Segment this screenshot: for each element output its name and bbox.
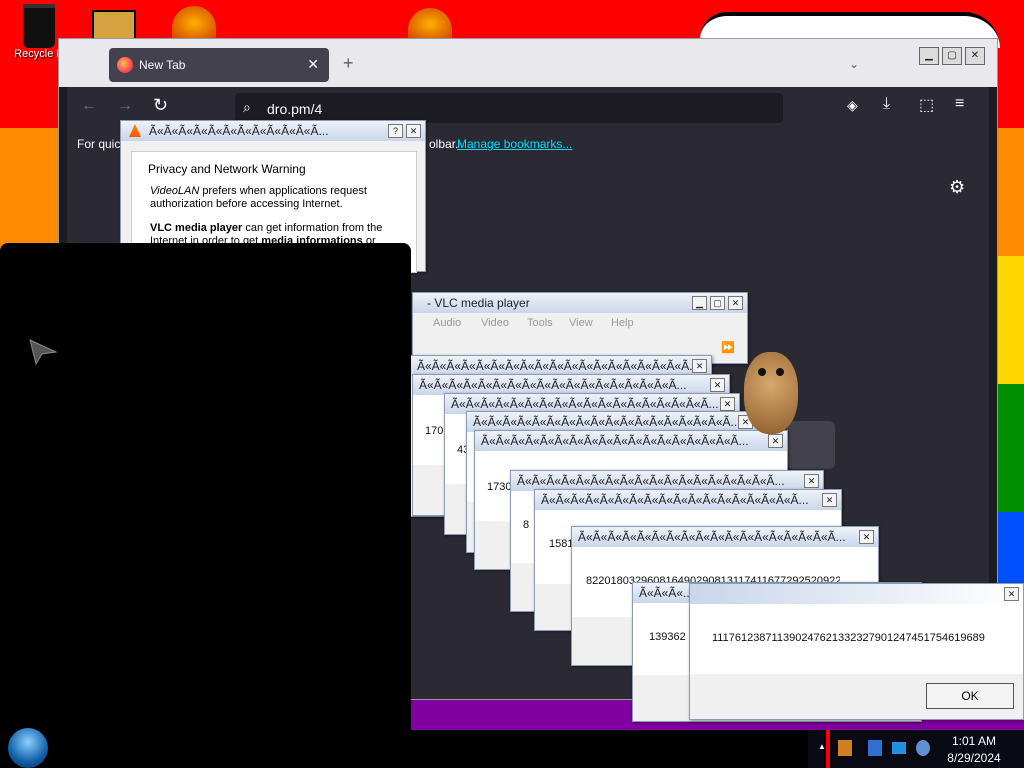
- download-icon[interactable]: ⤓: [883, 95, 890, 113]
- menu-tools[interactable]: Tools: [527, 317, 553, 329]
- cursor-icon: [29, 339, 58, 366]
- vlc-privacy-titlebar: Ã«Ã«Ã«Ã«Ã«Ã«Ã«Ã«Ã«Ã«Ã«Ã...: [121, 121, 425, 141]
- dialog-number: 139362: [649, 631, 686, 643]
- dialog-title: Ã«Ã«Ã«Ã«Ã«Ã«Ã«Ã«Ã«Ã«Ã«Ã«Ã«Ã«Ã«Ã«Ã«Ã...: [467, 412, 757, 432]
- system-tray: ▲ 1:01 AM 8/29/2024: [808, 730, 1024, 768]
- close-button[interactable]: ✕: [710, 378, 725, 392]
- forward-icon[interactable]: →: [117, 97, 133, 115]
- dialog-title: Ã«Ã«Ã«Ã«Ã«Ã«Ã«Ã«Ã«Ã«Ã«Ã«Ã«Ã«Ã«Ã«Ã«Ã«Ã...: [411, 356, 711, 376]
- minimize-button[interactable]: ▁: [692, 296, 707, 310]
- url-bar[interactable]: ⌕ dro.pm/4: [235, 93, 783, 123]
- taskbar: ▲ 1:01 AM 8/29/2024: [0, 728, 1024, 768]
- close-button[interactable]: ✕: [1004, 587, 1019, 601]
- close-button[interactable]: ✕: [728, 296, 743, 310]
- pocket-icon[interactable]: ◈: [847, 97, 858, 114]
- url-text: dro.pm/4: [267, 101, 323, 117]
- volume-icon[interactable]: [916, 740, 930, 756]
- black-overlay-window: [0, 243, 411, 735]
- fast-forward-icon[interactable]: ⏩: [721, 341, 735, 354]
- hamster-image: [736, 342, 800, 438]
- menu-help[interactable]: Help: [611, 317, 634, 329]
- recycle-bin-icon: [23, 4, 55, 48]
- privacy-paragraph-1: VideoLAN prefers when applications reque…: [150, 185, 400, 211]
- help-button[interactable]: ?: [388, 124, 403, 138]
- dialog-number: 1117612387113902476213323279012474517546…: [712, 632, 985, 644]
- close-window-button[interactable]: ✕: [965, 47, 985, 65]
- vlc-bold: VLC media player: [150, 222, 243, 234]
- dialog-title: Ã«Ã«Ã«Ã«Ã«Ã«Ã«Ã«Ã«Ã«Ã«Ã«Ã«Ã«Ã«Ã«Ã«Ã...: [413, 375, 729, 395]
- new-tab-icon[interactable]: +: [343, 53, 354, 74]
- dialog-title: Ã«Ã«Ã«Ã«Ã«Ã«Ã«Ã«Ã«Ã«Ã«Ã«Ã«Ã«Ã«Ã«Ã«Ã...: [572, 527, 878, 547]
- maximize-button[interactable]: ▢: [942, 47, 962, 65]
- dialog-button-area: OK: [690, 674, 1023, 719]
- chevron-down-icon[interactable]: ⌄: [849, 57, 859, 71]
- front-message-dialog: ✕ 11176123871139024762133232790124745175…: [689, 583, 1024, 720]
- bookmarks-hint: For quic: [77, 137, 121, 151]
- search-icon: ⌕: [243, 99, 251, 115]
- menu-audio[interactable]: Audio: [433, 317, 461, 329]
- dialog-number: 1730: [487, 481, 512, 493]
- close-button[interactable]: ✕: [692, 359, 707, 373]
- maximize-button[interactable]: ▢: [710, 296, 725, 310]
- vlc-icon: [129, 124, 141, 137]
- clock-date[interactable]: 8/29/2024: [942, 751, 1006, 765]
- bookmarks-hint-tail: olbar.: [429, 137, 459, 151]
- dialog-number: 8: [523, 519, 530, 531]
- reload-icon[interactable]: ↻: [153, 95, 168, 116]
- close-button[interactable]: ✕: [406, 124, 421, 138]
- tray-app-icon[interactable]: [868, 740, 882, 756]
- vlc-menubar: Audio Video Tools View Help: [413, 317, 747, 333]
- start-button[interactable]: [8, 728, 48, 768]
- tray-app-icon[interactable]: [838, 740, 852, 756]
- manage-bookmarks-link[interactable]: Manage bookmarks...: [457, 137, 572, 151]
- firefox-icon: [117, 57, 133, 73]
- close-button[interactable]: ✕: [804, 474, 819, 488]
- ok-button[interactable]: OK: [926, 683, 1014, 709]
- gear-icon[interactable]: ⚙: [949, 177, 965, 198]
- tab-new-tab[interactable]: New Tab ✕: [109, 48, 329, 82]
- browser-titlebar: New Tab ✕ + ⌄ ▁ ▢ ✕: [59, 39, 997, 87]
- dialog-title: Ã«Ã«Ã«Ã«Ã«Ã«Ã«Ã«Ã«Ã«Ã«Ã«Ã«Ã«Ã«Ã«Ã«Ã...: [511, 471, 823, 491]
- privacy-section-title: Privacy and Network Warning: [148, 162, 306, 176]
- front-dialog-titlebar: [690, 584, 1023, 604]
- dialog-title: Ã«Ã«Ã«Ã«Ã«Ã«Ã«Ã«Ã«Ã«Ã«Ã«Ã«Ã«Ã«Ã«Ã«Ã...: [535, 490, 841, 510]
- close-tab-icon[interactable]: ✕: [307, 56, 319, 73]
- clock-time[interactable]: 1:01 AM: [942, 734, 1006, 748]
- dialog-number: 170: [425, 425, 444, 437]
- close-button[interactable]: ✕: [859, 530, 874, 544]
- vlc-player-window: - VLC media player ▁ ▢ ✕ Audio Video Too…: [412, 292, 748, 364]
- dialog-number: 1581: [549, 538, 574, 550]
- minimize-button[interactable]: ▁: [919, 47, 939, 65]
- menu-video[interactable]: Video: [481, 317, 509, 329]
- close-button[interactable]: ✕: [822, 493, 837, 507]
- vlc-privacy-title: Ã«Ã«Ã«Ã«Ã«Ã«Ã«Ã«Ã«Ã«Ã«Ã...: [149, 124, 329, 138]
- vlc-player-title: - VLC media player: [427, 296, 530, 310]
- back-icon[interactable]: ←: [81, 97, 97, 115]
- close-button[interactable]: ✕: [720, 397, 735, 411]
- menu-icon[interactable]: ≡: [955, 95, 964, 113]
- tab-title: New Tab: [139, 58, 186, 72]
- extensions-icon[interactable]: ⬚: [919, 95, 934, 115]
- videolan-text: VideoLAN: [150, 185, 200, 197]
- network-icon[interactable]: [892, 742, 906, 754]
- tray-expand-icon[interactable]: ▲: [818, 742, 826, 751]
- menu-view[interactable]: View: [569, 317, 593, 329]
